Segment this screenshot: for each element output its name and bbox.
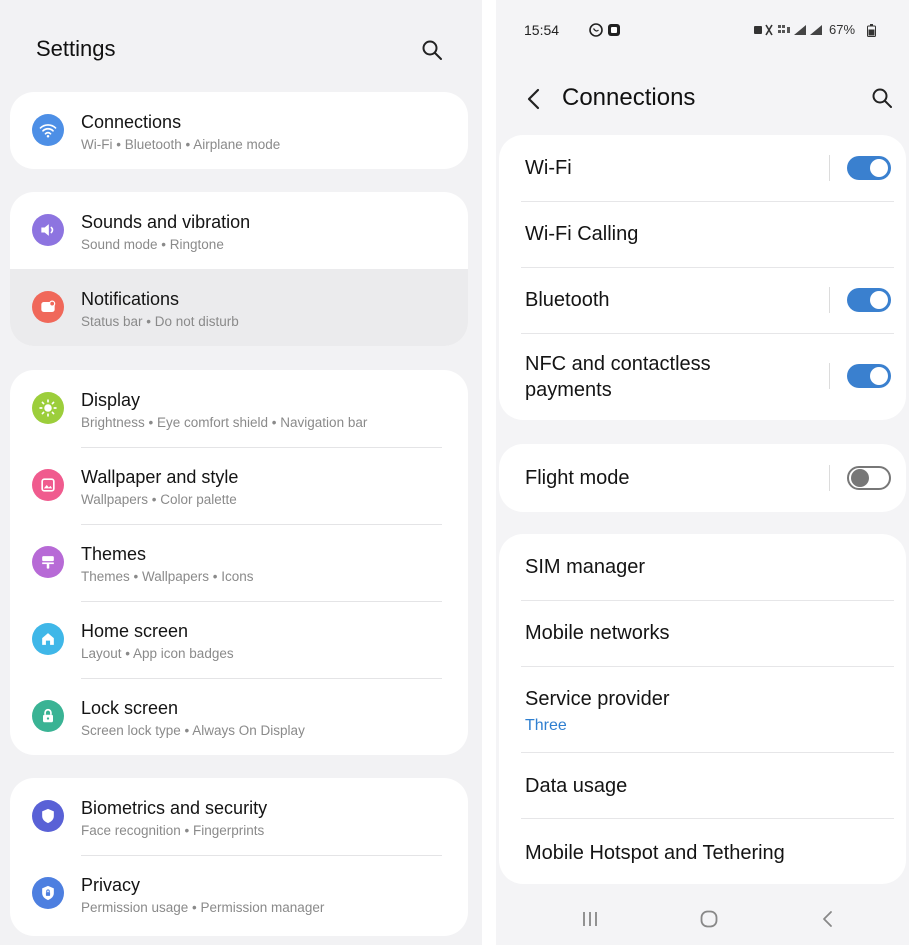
connection-item-title: Service provider — [525, 688, 670, 710]
settings-item-title: Notifications — [81, 289, 180, 309]
nfc-toggle[interactable] — [847, 364, 891, 388]
connection-item-title: Mobile Hotspot and Tethering — [525, 842, 785, 864]
wifi-toggle[interactable] — [847, 156, 891, 180]
settings-group: Sounds and vibration Sound mode • Ringto… — [10, 192, 468, 346]
settings-screen: Settings Connections Wi-Fi • Bluetooth •… — [0, 0, 482, 945]
connection-item-title: Wi-Fi — [525, 157, 572, 179]
connections-group: Flight mode — [499, 444, 906, 512]
settings-item-subtitle: Wallpapers • Color palette — [81, 492, 237, 507]
connection-item-title: Mobile networks — [525, 622, 670, 644]
settings-item-biometrics[interactable]: Biometrics and security Face recognition… — [10, 778, 468, 855]
settings-item-title: Connections — [81, 112, 182, 132]
connection-item-title: Data usage — [525, 775, 628, 797]
connections-group: SIM manager Mobile networks Service prov… — [499, 534, 906, 884]
connections-group: Wi-Fi Wi-Fi Calling Bluetooth NFC and co… — [499, 135, 906, 420]
privacy-icon — [32, 877, 64, 909]
settings-item-subtitle: Wi-Fi • Bluetooth • Airplane mode — [81, 137, 281, 152]
separator — [829, 363, 830, 389]
brightness-icon — [32, 392, 64, 424]
separator — [829, 465, 830, 491]
wifi-icon — [32, 114, 64, 146]
notification-status-icons — [589, 23, 620, 37]
notification-icon — [32, 291, 64, 323]
settings-item-subtitle: Permission usage • Permission manager — [81, 900, 325, 915]
connection-item-bluetooth[interactable]: Bluetooth — [499, 267, 906, 333]
separator — [829, 155, 830, 181]
connections-screen: 15:54 67% Connections Wi-Fi Wi-Fi Callin… — [496, 0, 909, 945]
connection-item-title: Bluetooth — [525, 289, 610, 311]
bluetooth-toggle[interactable] — [847, 288, 891, 312]
home-icon — [32, 623, 64, 655]
home-icon[interactable] — [697, 907, 721, 931]
connection-item-mobile-networks[interactable]: Mobile networks — [499, 600, 906, 666]
settings-item-title: Display — [81, 390, 141, 410]
settings-item-lock-screen[interactable]: Lock screen Screen lock type • Always On… — [10, 678, 468, 755]
connection-item-wifi[interactable]: Wi-Fi — [499, 135, 906, 201]
back-arrow-icon[interactable] — [523, 86, 545, 112]
themes-icon — [32, 546, 64, 578]
connection-item-sim-manager[interactable]: SIM manager — [499, 534, 906, 600]
settings-item-themes[interactable]: Themes Themes • Wallpapers • Icons — [10, 524, 468, 601]
settings-item-subtitle: Layout • App icon badges — [81, 646, 234, 661]
settings-item-subtitle: Brightness • Eye comfort shield • Naviga… — [81, 415, 368, 430]
connection-item-nfc[interactable]: NFC and contactless payments — [499, 333, 906, 420]
settings-item-subtitle: Screen lock type • Always On Display — [81, 723, 305, 738]
service-provider-value: Three — [525, 717, 567, 734]
settings-item-subtitle: Face recognition • Fingerprints — [81, 823, 265, 838]
settings-item-title: Sounds and vibration — [81, 212, 251, 232]
settings-item-title: Privacy — [81, 875, 141, 895]
battery-level: 67% — [829, 22, 856, 37]
settings-item-title: Biometrics and security — [81, 798, 268, 818]
settings-group: Connections Wi-Fi • Bluetooth • Airplane… — [10, 92, 468, 169]
settings-item-title: Home screen — [81, 621, 189, 641]
search-icon[interactable] — [420, 38, 444, 62]
connection-item-title-line2: payments — [525, 379, 612, 401]
connection-item-service-provider[interactable]: Service provider Three — [499, 666, 906, 752]
recents-icon[interactable] — [578, 907, 602, 931]
connection-item-title: Flight mode — [525, 467, 630, 489]
page-title: Settings — [36, 36, 116, 61]
page-title: Connections — [562, 84, 696, 111]
settings-group: Display Brightness • Eye comfort shield … — [10, 370, 468, 755]
separator — [829, 287, 830, 313]
connection-item-hotspot[interactable]: Mobile Hotspot and Tethering — [499, 818, 906, 884]
connection-item-flight-mode[interactable]: Flight mode — [499, 444, 906, 512]
settings-item-home-screen[interactable]: Home screen Layout • App icon badges — [10, 601, 468, 678]
navigation-bar — [496, 895, 909, 945]
connection-item-title: Wi-Fi Calling — [525, 223, 639, 245]
settings-item-subtitle: Themes • Wallpapers • Icons — [81, 569, 254, 584]
search-icon[interactable] — [870, 86, 894, 110]
lock-icon — [32, 700, 64, 732]
settings-item-notifications[interactable]: Notifications Status bar • Do not distur… — [10, 269, 468, 346]
connection-item-title: NFC and contactless — [525, 353, 711, 375]
status-time: 15:54 — [524, 22, 560, 38]
settings-item-connections[interactable]: Connections Wi-Fi • Bluetooth • Airplane… — [10, 92, 468, 169]
settings-item-subtitle: Status bar • Do not disturb — [81, 314, 239, 329]
shield-icon — [32, 800, 64, 832]
connection-item-wifi-calling[interactable]: Wi-Fi Calling — [499, 201, 906, 267]
connection-item-data-usage[interactable]: Data usage — [499, 752, 906, 818]
settings-item-title: Wallpaper and style — [81, 467, 239, 487]
settings-item-display[interactable]: Display Brightness • Eye comfort shield … — [10, 370, 468, 447]
volume-icon — [32, 214, 64, 246]
settings-item-privacy[interactable]: Privacy Permission usage • Permission ma… — [10, 855, 468, 932]
settings-item-wallpaper[interactable]: Wallpaper and style Wallpapers • Color p… — [10, 447, 468, 524]
settings-group: Biometrics and security Face recognition… — [10, 778, 468, 936]
connection-item-title: SIM manager — [525, 556, 646, 578]
settings-item-subtitle: Sound mode • Ringtone — [81, 237, 224, 252]
settings-item-title: Lock screen — [81, 698, 179, 718]
wallpaper-icon — [32, 469, 64, 501]
back-icon[interactable] — [816, 907, 840, 931]
settings-item-sounds[interactable]: Sounds and vibration Sound mode • Ringto… — [10, 192, 468, 269]
flight-mode-toggle[interactable] — [847, 466, 891, 490]
battery-icon — [867, 24, 876, 37]
settings-item-title: Themes — [81, 544, 147, 564]
